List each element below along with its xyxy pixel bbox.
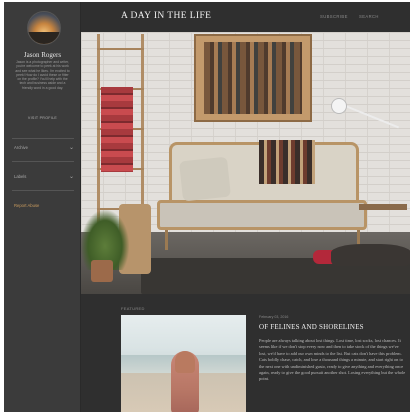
avatar-landscape bbox=[28, 32, 60, 44]
sidebar-item-labels[interactable]: Labels ⌄ bbox=[14, 172, 74, 182]
tapestry-pattern bbox=[204, 42, 302, 114]
visit-profile-link[interactable]: VISIT PROFILE bbox=[4, 116, 81, 120]
sidebar-item-label: Archive bbox=[14, 145, 28, 150]
pillow bbox=[179, 156, 231, 202]
lamp-head bbox=[331, 98, 347, 114]
ladder-rung bbox=[97, 48, 144, 50]
featured-section: FEATURED February 03, 2016 OF FELINES AN… bbox=[81, 294, 410, 412]
divider bbox=[12, 138, 74, 139]
post-date: February 03, 2016 bbox=[259, 315, 289, 319]
divider bbox=[12, 161, 74, 162]
chevron-down-icon: ⌄ bbox=[68, 174, 74, 180]
featured-label: FEATURED bbox=[121, 306, 145, 311]
wall-tapestry bbox=[194, 34, 312, 122]
author-bio: Jason is a photographer and writer, you'… bbox=[15, 60, 70, 90]
throw-blanket bbox=[259, 140, 315, 184]
sidebar-item-archive[interactable]: Archive ⌄ bbox=[14, 143, 74, 153]
sidebar-item-label: Labels bbox=[14, 174, 27, 179]
blog-title[interactable]: A DAY IN THE LIFE bbox=[121, 11, 211, 21]
side-table bbox=[359, 204, 407, 210]
avatar[interactable] bbox=[27, 11, 61, 45]
sofa-leg bbox=[165, 230, 168, 250]
chair bbox=[331, 244, 410, 266]
featured-post-image[interactable] bbox=[121, 315, 246, 412]
hero-image bbox=[81, 32, 410, 294]
chevron-down-icon: ⌄ bbox=[68, 145, 74, 151]
blog-page: Jason Rogers Jason is a photographer and… bbox=[0, 0, 412, 414]
subscribe-link[interactable]: SUBSCRIBE bbox=[320, 14, 348, 19]
sidebar: Jason Rogers Jason is a photographer and… bbox=[4, 2, 81, 412]
striped-blanket bbox=[101, 87, 133, 172]
sofa-seat bbox=[157, 200, 367, 230]
author-name[interactable]: Jason Rogers bbox=[4, 51, 81, 59]
header-bar: A DAY IN THE LIFE SUBSCRIBE SEARCH bbox=[81, 2, 410, 32]
post-excerpt: People are always talking about lost thi… bbox=[259, 338, 406, 382]
report-abuse-link[interactable]: Report Abuse bbox=[14, 203, 39, 208]
person-hair bbox=[175, 351, 195, 373]
plant-pot bbox=[91, 260, 113, 282]
divider bbox=[12, 190, 74, 191]
post-title[interactable]: OF FELINES AND SHORELINES bbox=[259, 323, 404, 331]
search-link[interactable]: SEARCH bbox=[359, 14, 379, 19]
